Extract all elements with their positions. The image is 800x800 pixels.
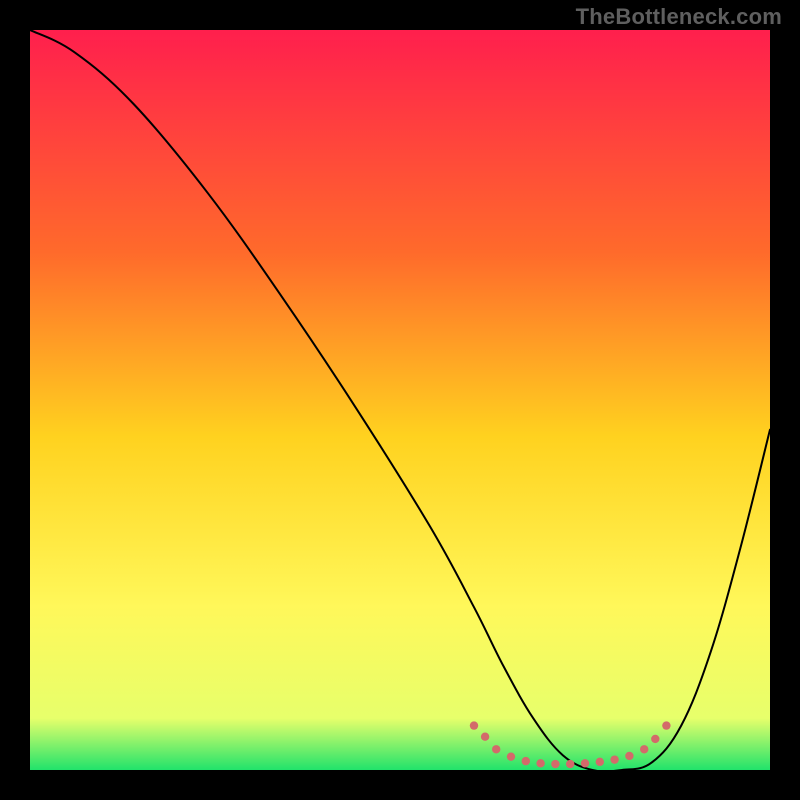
optimal-band-dot (507, 752, 515, 760)
optimal-band-dot (596, 758, 604, 766)
optimal-band-dot (470, 721, 478, 729)
optimal-band-dot (581, 759, 589, 767)
chart-plot-area (30, 30, 770, 770)
optimal-band-dot (651, 735, 659, 743)
gradient-background (30, 30, 770, 770)
optimal-band-dot (522, 757, 530, 765)
optimal-band-dot (481, 733, 489, 741)
optimal-band-dot (662, 721, 670, 729)
watermark-text: TheBottleneck.com (576, 4, 782, 30)
chart-svg (30, 30, 770, 770)
optimal-band-dot (566, 760, 574, 768)
optimal-band-dot (551, 760, 559, 768)
chart-frame: TheBottleneck.com (0, 0, 800, 800)
optimal-band-dot (625, 752, 633, 760)
optimal-band-dot (492, 745, 500, 753)
optimal-band-dot (610, 755, 618, 763)
optimal-band-dot (536, 759, 544, 767)
optimal-band-dot (640, 745, 648, 753)
